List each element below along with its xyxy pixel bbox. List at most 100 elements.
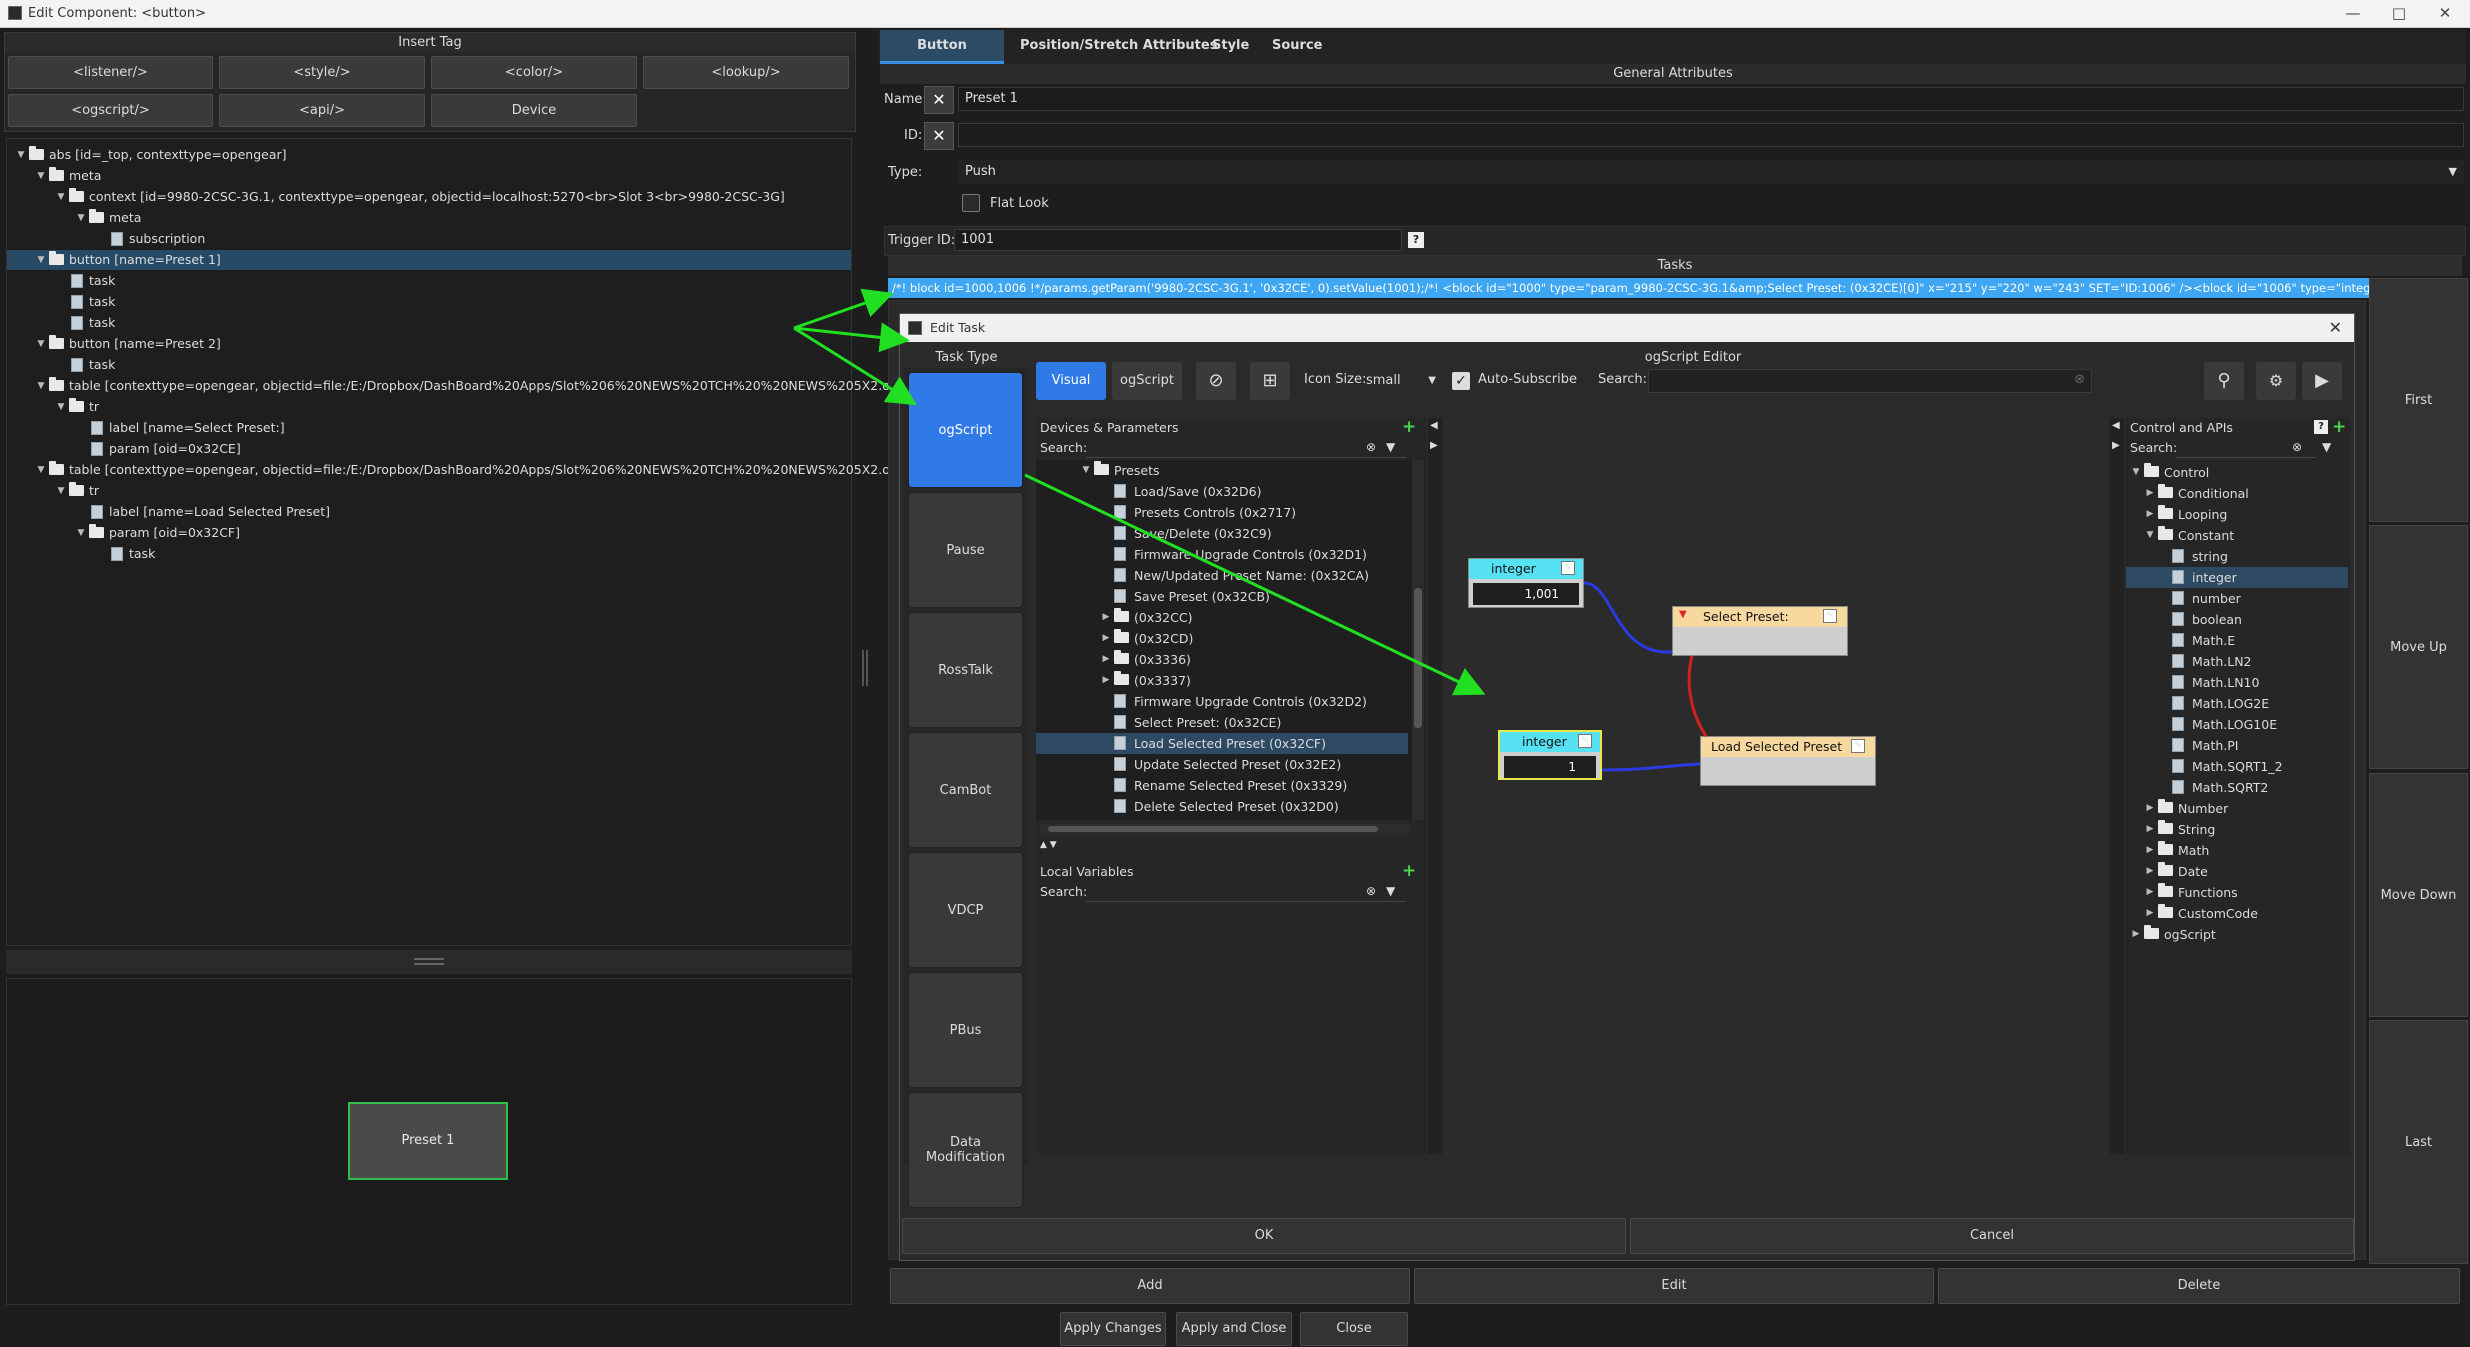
device-parameter-item[interactable]: Load/Save (0x32D6) bbox=[1036, 481, 1408, 502]
expand-arrow-icon[interactable]: ▶ bbox=[1100, 670, 1112, 691]
expand-arrow-icon[interactable]: ▶ bbox=[2144, 819, 2156, 840]
clear-search-icon[interactable]: ⊗ bbox=[1366, 884, 1376, 898]
clear-search-icon[interactable]: ⊗ bbox=[2074, 372, 2085, 387]
add-api-icon[interactable]: + bbox=[2332, 419, 2346, 436]
move-up-button[interactable]: Move Up bbox=[2369, 525, 2468, 769]
chevron-left-icon[interactable]: ◀ bbox=[1430, 420, 1438, 431]
type-dropdown[interactable]: Push ▼ bbox=[958, 160, 2464, 184]
tree-node[interactable]: ▼ table [contexttype=opengear, objectid=f… bbox=[7, 376, 911, 396]
control-api-item[interactable]: integer bbox=[2126, 567, 2348, 588]
expand-arrow-icon[interactable]: ▼ bbox=[55, 481, 67, 501]
tree-node[interactable]: task bbox=[7, 271, 851, 291]
control-api-item[interactable]: Math.LN10 bbox=[2126, 672, 2348, 693]
add-device-icon[interactable]: + bbox=[1402, 419, 1416, 436]
expand-arrow-icon[interactable]: ▶ bbox=[2144, 504, 2156, 525]
control-api-item[interactable]: ▶ Date bbox=[2126, 861, 2348, 882]
expand-arrow-icon[interactable]: ▶ bbox=[2144, 903, 2156, 924]
close-icon[interactable]: ✕ bbox=[2422, 0, 2468, 28]
device-parameter-item[interactable]: ▼ Presets bbox=[1036, 460, 1408, 481]
expand-arrow-icon[interactable]: ▶ bbox=[2144, 882, 2156, 903]
eye-slash-icon[interactable]: ⊘ bbox=[1196, 362, 1236, 400]
help-icon[interactable]: ? bbox=[1408, 232, 1424, 248]
search-icon[interactable]: ⚲ bbox=[2204, 362, 2244, 400]
control-api-item[interactable]: ▶ CustomCode bbox=[2126, 903, 2348, 924]
apply-and-close-button[interactable]: Apply and Close bbox=[1176, 1312, 1292, 1346]
control-api-item[interactable]: Math.LOG10E bbox=[2126, 714, 2348, 735]
visual-canvas[interactable]: integer ✎ 1,001 Select Preset: ▼ ✎ integ… bbox=[1444, 418, 2108, 1154]
delete-task-button[interactable]: Delete bbox=[1938, 1268, 2460, 1304]
expand-arrow-icon[interactable]: ▼ bbox=[55, 187, 67, 207]
tree-node[interactable]: ▼ table [contexttype=opengear, objectid=f… bbox=[7, 460, 911, 480]
devices-hscrollbar[interactable] bbox=[1040, 824, 1410, 834]
task-type-rosstalk[interactable]: RossTalk bbox=[908, 612, 1023, 728]
task-type-data-modification[interactable]: Data Modification bbox=[908, 1092, 1023, 1208]
chevron-left-icon[interactable]: ◀ bbox=[2112, 420, 2120, 431]
collapse-up-icon[interactable]: ▲ ▼ bbox=[1040, 840, 1057, 850]
expand-arrow-icon[interactable]: ▼ bbox=[35, 166, 47, 186]
control-api-item[interactable]: ▶ Math bbox=[2126, 840, 2348, 861]
local-variables-list[interactable] bbox=[1036, 906, 1426, 1154]
control-api-item[interactable]: Math.SQRT1_2 bbox=[2126, 756, 2348, 777]
clear-search-icon[interactable]: ⊗ bbox=[2292, 440, 2302, 454]
control-api-item[interactable]: ▼ Control bbox=[2126, 462, 2348, 483]
expand-arrow-icon[interactable]: ▶ bbox=[1100, 628, 1112, 649]
tab-source[interactable]: Source bbox=[1272, 30, 1322, 64]
tree-node[interactable]: task bbox=[7, 355, 851, 375]
right-collapse-strip[interactable]: ◀ ▶ bbox=[2110, 418, 2124, 1154]
control-api-item[interactable]: ▼ Constant bbox=[2126, 525, 2348, 546]
device-parameter-item[interactable]: New/Updated Preset Name: (0x32CA) bbox=[1036, 565, 1408, 586]
task-type-pause[interactable]: Pause bbox=[908, 492, 1023, 608]
tree-node[interactable]: ▼ abs [id=_top, contexttype=opengear] bbox=[7, 145, 851, 165]
listener-tag-button[interactable]: <listener/> bbox=[8, 56, 213, 89]
icon-size-dropdown[interactable]: small ▼ bbox=[1366, 370, 1438, 392]
device-parameter-item[interactable]: ▶ (0x32CD) bbox=[1036, 628, 1408, 649]
expand-arrow-icon[interactable]: ▼ bbox=[1080, 460, 1092, 481]
visual-mode-button[interactable]: Visual bbox=[1036, 362, 1106, 400]
control-api-item[interactable]: ▶ Looping bbox=[2126, 504, 2348, 525]
tree-node[interactable]: ▼ tr bbox=[7, 481, 851, 501]
device-parameter-item[interactable]: Delete Selected Preset (0x32D0) bbox=[1036, 796, 1408, 817]
control-api-item[interactable]: Math.LOG2E bbox=[2126, 693, 2348, 714]
id-field[interactable] bbox=[958, 123, 2464, 147]
expand-arrow-icon[interactable]: ▼ bbox=[55, 397, 67, 417]
maximize-icon[interactable]: □ bbox=[2376, 0, 2422, 28]
tree-node[interactable]: ▼ button [name=Preset 1] bbox=[7, 250, 851, 270]
expand-arrow-icon[interactable]: ▶ bbox=[1100, 649, 1112, 670]
control-api-item[interactable]: ▶ Number bbox=[2126, 798, 2348, 819]
expand-arrow-icon[interactable]: ▶ bbox=[2144, 861, 2156, 882]
control-apis-tree[interactable]: ▼ Control ▶ Conditional ▶ Looping ▼ Constant str… bbox=[2126, 462, 2350, 1154]
ogscript-tag-button[interactable]: <ogscript/> bbox=[8, 94, 213, 127]
filter-icon[interactable]: ▼ bbox=[1386, 440, 1395, 454]
tree-node[interactable]: ▼ meta bbox=[7, 166, 851, 186]
left-collapse-strip[interactable]: ◀ ▶ bbox=[1428, 418, 1442, 1154]
clear-id-icon[interactable]: ✕ bbox=[924, 122, 954, 150]
component-tree[interactable]: ▼ abs [id=_top, contexttype=opengear] ▼ met… bbox=[6, 138, 911, 946]
cancel-button[interactable]: Cancel bbox=[1630, 1218, 2354, 1254]
dialog-close-icon[interactable]: ✕ bbox=[2329, 314, 2342, 342]
device-parameter-item[interactable]: Load Selected Preset (0x32CF) bbox=[1036, 733, 1408, 754]
device-parameter-item[interactable]: Firmware Upgrade Controls (0x32D1) bbox=[1036, 544, 1408, 565]
tree-node[interactable]: ▼ button [name=Preset 2] bbox=[7, 334, 851, 354]
tree-node[interactable]: ▼ meta bbox=[7, 208, 851, 228]
devices-scrollbar[interactable] bbox=[1412, 460, 1424, 820]
expand-arrow-icon[interactable]: ▶ bbox=[2130, 924, 2142, 945]
tree-node[interactable]: ▼ context [id=9980-2CSC-3G.1, contexttype… bbox=[7, 187, 851, 207]
expand-arrow-icon[interactable]: ▼ bbox=[2144, 525, 2156, 546]
flat-look-checkbox[interactable] bbox=[962, 194, 980, 212]
add-task-button[interactable]: Add bbox=[890, 1268, 1410, 1304]
tree-node[interactable]: task bbox=[7, 313, 851, 333]
task-row-selected[interactable]: /*! block id=1000,1006 !*/params.getPara… bbox=[888, 278, 2372, 298]
control-api-item[interactable]: ▶ Functions bbox=[2126, 882, 2348, 903]
tree-node[interactable]: label [name=Load Selected Preset] bbox=[7, 502, 851, 522]
tree-node[interactable]: ▼ tr bbox=[7, 397, 851, 417]
add-variable-icon[interactable]: + bbox=[1402, 863, 1416, 880]
task-type-vdcp[interactable]: VDCP bbox=[908, 852, 1023, 968]
control-api-item[interactable]: boolean bbox=[2126, 609, 2348, 630]
device-parameter-item[interactable]: ▶ (0x3337) bbox=[1036, 670, 1408, 691]
expand-arrow-icon[interactable]: ▶ bbox=[2144, 798, 2156, 819]
auto-subscribe-checkbox[interactable]: ✓ bbox=[1452, 372, 1470, 390]
lookup-tag-button[interactable]: <lookup/> bbox=[643, 56, 849, 89]
clear-name-icon[interactable]: ✕ bbox=[924, 86, 954, 114]
device-parameter-item[interactable]: Rename Selected Preset (0x3329) bbox=[1036, 775, 1408, 796]
tree-node[interactable]: subscription bbox=[7, 229, 851, 249]
